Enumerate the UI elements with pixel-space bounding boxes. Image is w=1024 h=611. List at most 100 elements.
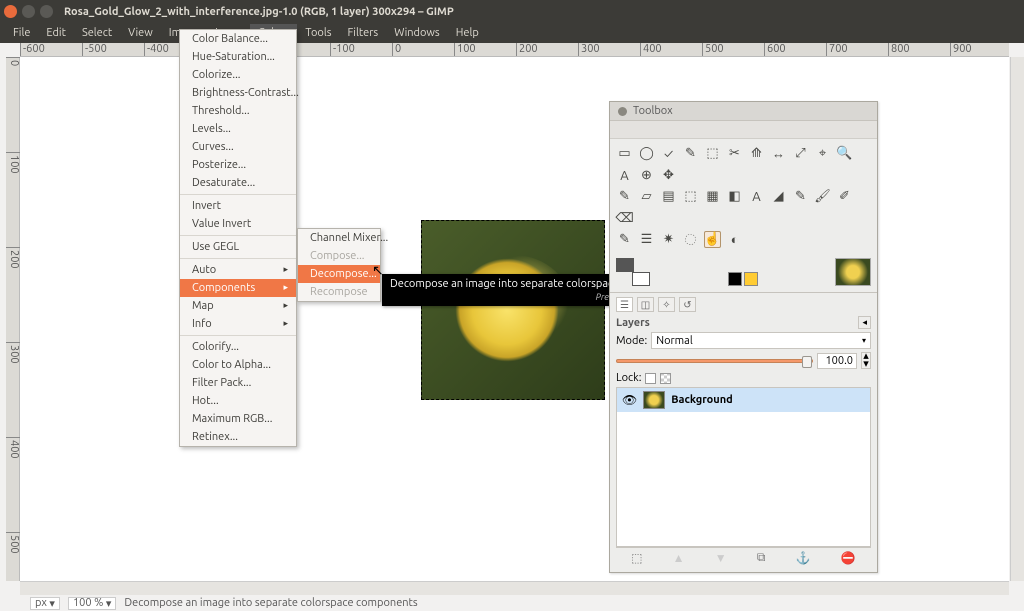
tool-icon[interactable]: ◌: [682, 231, 699, 248]
tab-channels-icon[interactable]: ◫: [637, 297, 654, 312]
brush-swatch-2[interactable]: [744, 272, 758, 286]
lock-alpha-checkbox[interactable]: [660, 373, 671, 384]
menu-item-desaturate-[interactable]: Desaturate...: [180, 174, 296, 192]
tool-icon[interactable]: ◢: [770, 188, 787, 205]
menu-item-map[interactable]: Map: [180, 297, 296, 315]
tool-icon[interactable]: ▤: [660, 188, 677, 205]
tool-icon[interactable]: ⟰: [748, 145, 765, 162]
menu-item-use-gegl[interactable]: Use GEGL: [180, 238, 296, 256]
window-close-button[interactable]: [4, 5, 17, 18]
tool-icon[interactable]: ▱: [638, 188, 655, 205]
duplicate-layer-icon[interactable]: ⧉: [757, 551, 766, 565]
active-image-thumb[interactable]: [835, 258, 871, 286]
menu-item-posterize-[interactable]: Posterize...: [180, 156, 296, 174]
tool-icon[interactable]: ⊕: [638, 167, 655, 184]
menu-item-color-to-alpha-[interactable]: Color to Alpha...: [180, 356, 296, 374]
menu-item-maximum-rgb-[interactable]: Maximum RGB...: [180, 410, 296, 428]
tool-icon[interactable]: ⌫: [616, 210, 633, 227]
submenu-item-channel-mixer-[interactable]: Channel Mixer...: [298, 229, 380, 247]
toolbox-titlebar[interactable]: Toolbox: [610, 102, 877, 121]
opacity-slider[interactable]: [616, 359, 813, 363]
tool-icon[interactable]: ◯: [638, 145, 655, 162]
tool-icon[interactable]: A: [616, 167, 633, 184]
lower-layer-icon[interactable]: ▼: [715, 551, 727, 565]
image-canvas[interactable]: [421, 220, 605, 400]
menu-item-threshold-[interactable]: Threshold...: [180, 102, 296, 120]
tool-icon[interactable]: 🖌: [814, 188, 831, 205]
opacity-spinner[interactable]: ▴▾: [861, 352, 871, 369]
tool-icon[interactable]: ☰: [638, 231, 655, 248]
bg-color-swatch[interactable]: [632, 272, 650, 286]
menu-item-components[interactable]: Components: [180, 279, 296, 297]
tool-icon[interactable]: ☝: [704, 231, 721, 248]
tool-icon[interactable]: ✎: [616, 188, 633, 205]
menu-item-value-invert[interactable]: Value Invert: [180, 215, 296, 233]
menu-item-retinex-[interactable]: Retinex...: [180, 428, 296, 446]
unit-select[interactable]: px ▾: [30, 597, 60, 610]
tool-icon[interactable]: ✎: [792, 188, 809, 205]
tool-icon[interactable]: A: [748, 188, 765, 205]
menu-tools[interactable]: Tools: [297, 24, 339, 42]
delete-layer-icon[interactable]: ⛔: [841, 551, 856, 565]
fg-bg-color-widget[interactable]: [616, 258, 650, 286]
scrollbar-horizontal[interactable]: [20, 581, 1009, 595]
menu-item-levels-[interactable]: Levels...: [180, 120, 296, 138]
lock-pixels-checkbox[interactable]: [645, 373, 656, 384]
tool-icon[interactable]: ⬚: [704, 145, 721, 162]
colors-menu-dropdown[interactable]: Color Balance...Hue-Saturation...Coloriz…: [179, 29, 297, 447]
dock-tabs[interactable]: ☰ ◫ ✧ ↺: [616, 297, 871, 312]
menu-item-colorify-[interactable]: Colorify...: [180, 338, 296, 356]
menu-item-color-balance-[interactable]: Color Balance...: [180, 30, 296, 48]
menu-item-filter-pack-[interactable]: Filter Pack...: [180, 374, 296, 392]
raise-layer-icon[interactable]: ▲: [673, 551, 685, 565]
submenu-item-decompose-[interactable]: Decompose...: [298, 265, 380, 283]
tool-icon[interactable]: ✎: [616, 231, 633, 248]
mode-select[interactable]: Normal ▾: [651, 332, 871, 349]
menu-filters[interactable]: Filters: [340, 24, 387, 42]
layer-name[interactable]: Background: [671, 394, 732, 406]
tool-icon[interactable]: ⬚: [682, 188, 699, 205]
visibility-eye-icon[interactable]: 👁: [622, 393, 637, 407]
menu-item-info[interactable]: Info: [180, 315, 296, 333]
panel-close-icon[interactable]: [618, 107, 627, 116]
tool-icon[interactable]: ◐: [726, 231, 743, 248]
menu-file[interactable]: File: [5, 24, 38, 42]
tool-icon[interactable]: ◧: [726, 188, 743, 205]
menu-item-invert[interactable]: Invert: [180, 197, 296, 215]
opacity-value[interactable]: 100.0: [817, 353, 857, 369]
menu-item-hot-[interactable]: Hot...: [180, 392, 296, 410]
window-minimize-button[interactable]: [22, 5, 35, 18]
new-layer-icon[interactable]: ⬚: [631, 551, 642, 565]
menu-edit[interactable]: Edit: [38, 24, 74, 42]
scrollbar-vertical[interactable]: [1010, 57, 1024, 581]
menu-item-brightness-contrast-[interactable]: Brightness-Contrast...: [180, 84, 296, 102]
tool-icon[interactable]: ✎: [682, 145, 699, 162]
tool-icon[interactable]: ▭: [616, 145, 633, 162]
menu-windows[interactable]: Windows: [386, 24, 448, 42]
tool-icon[interactable]: ↔: [770, 145, 787, 162]
anchor-layer-icon[interactable]: ⚓: [796, 551, 811, 565]
menu-item-curves-[interactable]: Curves...: [180, 138, 296, 156]
components-submenu[interactable]: Channel Mixer...Compose...Decompose...Re…: [297, 228, 381, 302]
tool-icon[interactable]: ✷: [660, 231, 677, 248]
tool-icon[interactable]: ✥: [660, 167, 677, 184]
layers-menu-icon[interactable]: ◂: [858, 316, 871, 329]
tab-layers-icon[interactable]: ☰: [616, 297, 633, 312]
menu-help[interactable]: Help: [448, 24, 487, 42]
layer-row[interactable]: 👁 Background: [617, 388, 870, 412]
menu-item-auto[interactable]: Auto: [180, 261, 296, 279]
menu-item-colorize-[interactable]: Colorize...: [180, 66, 296, 84]
tool-icon[interactable]: ▦: [704, 188, 721, 205]
menu-item-hue-saturation-[interactable]: Hue-Saturation...: [180, 48, 296, 66]
menu-select[interactable]: Select: [74, 24, 120, 42]
tool-icon[interactable]: ✐: [836, 188, 853, 205]
tool-icon[interactable]: ✂: [726, 145, 743, 162]
tab-undo-icon[interactable]: ↺: [679, 297, 696, 312]
brush-indicators[interactable]: [728, 272, 758, 286]
tab-paths-icon[interactable]: ✧: [658, 297, 675, 312]
tool-icon[interactable]: ⌖: [814, 145, 831, 162]
zoom-select[interactable]: 100 % ▾: [68, 597, 116, 610]
menubar[interactable]: FileEditSelectViewImageLayerColorsToolsF…: [0, 23, 1024, 43]
brush-swatch-1[interactable]: [728, 272, 742, 286]
menu-view[interactable]: View: [120, 24, 161, 42]
